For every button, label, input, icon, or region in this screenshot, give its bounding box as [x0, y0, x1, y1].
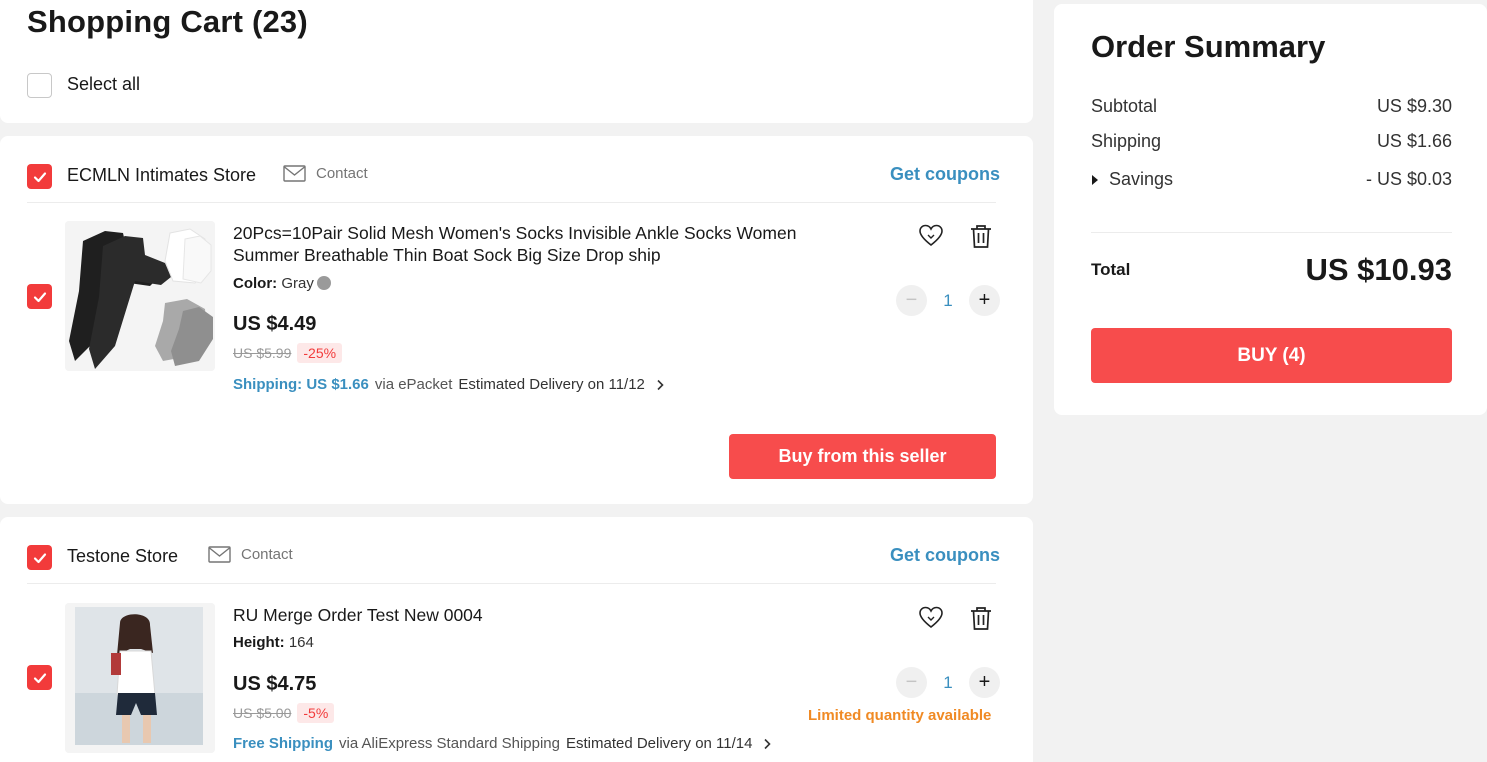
- item-checkbox[interactable]: [27, 665, 52, 690]
- shipping-info[interactable]: Free Shipping via AliExpress Standard Sh…: [233, 735, 772, 752]
- quantity-decrease-button[interactable]: −: [896, 667, 927, 698]
- quantity-value[interactable]: 1: [927, 673, 969, 693]
- check-icon: [33, 291, 46, 302]
- attribute-name: Color:: [233, 275, 278, 292]
- quantity-increase-button[interactable]: +: [969, 667, 1000, 698]
- product-title[interactable]: RU Merge Order Test New 0004: [233, 604, 833, 626]
- discount-badge: -25%: [297, 343, 343, 363]
- product-image[interactable]: [65, 221, 215, 371]
- check-icon: [33, 672, 46, 683]
- socks-image: [65, 221, 215, 371]
- mail-icon: [208, 546, 231, 563]
- contact-label: Contact: [316, 165, 368, 182]
- estimated-delivery: Estimated Delivery on 11/14: [565, 735, 753, 752]
- price-original-row: US $5.00 -5%: [233, 703, 335, 723]
- quantity-increase-button[interactable]: +: [969, 285, 1000, 316]
- subtotal-row: Subtotal US $9.30: [1091, 96, 1452, 117]
- divider: [27, 202, 996, 203]
- price-original-row: US $5.99 -25%: [233, 343, 343, 363]
- quantity-value[interactable]: 1: [927, 291, 969, 311]
- attribute-name: Height:: [233, 634, 285, 651]
- quantity-stepper: − 1 +: [896, 285, 1000, 316]
- original-price: US $5.99: [233, 345, 292, 361]
- check-icon: [33, 552, 46, 563]
- product-title[interactable]: 20Pcs=10Pair Solid Mesh Women's Socks In…: [233, 222, 833, 266]
- select-all-checkbox[interactable]: [27, 73, 52, 98]
- savings-value: - US $0.03: [1365, 169, 1452, 189]
- product-price: US $4.75: [233, 673, 317, 695]
- wishlist-button[interactable]: [918, 223, 944, 249]
- subtotal-value: US $9.30: [1376, 96, 1452, 116]
- wishlist-button[interactable]: [918, 605, 944, 631]
- store-checkbox[interactable]: [27, 545, 52, 570]
- store-name[interactable]: ECMLN Intimates Store: [67, 165, 256, 186]
- limited-quantity-note: Limited quantity available: [808, 707, 992, 724]
- divider: [27, 583, 996, 584]
- subtotal-label: Subtotal: [1091, 96, 1158, 116]
- buy-from-seller-button[interactable]: Buy from this seller: [729, 434, 996, 479]
- store-checkbox[interactable]: [27, 164, 52, 189]
- shipping-label: Shipping: [1091, 131, 1162, 151]
- get-coupons-link[interactable]: Get coupons: [890, 545, 1000, 566]
- store-name[interactable]: Testone Store: [67, 546, 178, 567]
- delete-button[interactable]: [968, 223, 994, 249]
- shipping-info[interactable]: Shipping: US $1.66 via ePacket Estimated…: [233, 376, 665, 393]
- model-photo-image: [65, 603, 215, 753]
- chevron-right-icon: [764, 738, 772, 749]
- contact-link[interactable]: Contact: [208, 546, 293, 563]
- mail-icon: [283, 165, 306, 182]
- contact-label: Contact: [241, 546, 293, 563]
- original-price: US $5.00: [233, 705, 292, 721]
- get-coupons-link[interactable]: Get coupons: [890, 164, 1000, 185]
- shipping-value: US $1.66: [1376, 131, 1452, 151]
- shipping-method: via ePacket: [374, 376, 453, 393]
- delete-button[interactable]: [968, 605, 994, 631]
- attribute-value: 164: [288, 634, 314, 651]
- caret-right-icon[interactable]: [1091, 174, 1099, 186]
- heart-icon: [919, 606, 943, 629]
- chevron-right-icon: [657, 379, 664, 390]
- shipping-cost: Free Shipping: [233, 735, 334, 752]
- product-attribute: Height: 164: [233, 634, 314, 651]
- shipping-method: via AliExpress Standard Shipping: [339, 735, 560, 752]
- check-icon: [33, 171, 46, 182]
- trash-icon: [971, 225, 991, 248]
- estimated-delivery: Estimated Delivery on 11/12: [458, 376, 645, 393]
- shipping-cost: Shipping: US $1.66: [233, 376, 369, 393]
- total-label: Total: [1091, 260, 1131, 279]
- contact-link[interactable]: Contact: [283, 165, 368, 182]
- buy-button[interactable]: BUY (4): [1091, 328, 1452, 383]
- product-image[interactable]: [65, 603, 215, 753]
- attribute-value: Gray: [281, 275, 314, 292]
- quantity-decrease-button[interactable]: −: [896, 285, 927, 316]
- store-card: ECMLN Intimates Store Contact Get coupon…: [0, 136, 1033, 504]
- divider: [1091, 232, 1452, 233]
- heart-icon: [919, 224, 943, 247]
- savings-row[interactable]: Savings - US $0.03: [1091, 169, 1452, 190]
- product-attribute: Color: Gray: [233, 275, 331, 292]
- total-value: US $10.93: [1305, 252, 1453, 287]
- order-summary-title: Order Summary: [1091, 29, 1326, 64]
- product-price: US $4.49: [233, 313, 317, 335]
- page-title: Shopping Cart (23): [27, 4, 308, 39]
- store-card: Testone Store Contact Get coupons RU Mer…: [0, 517, 1033, 762]
- trash-icon: [971, 607, 991, 630]
- item-checkbox[interactable]: [27, 284, 52, 309]
- cart-header-card: Shopping Cart (23) Select all: [0, 0, 1033, 123]
- discount-badge: -5%: [297, 703, 335, 723]
- select-all-label[interactable]: Select all: [67, 74, 140, 95]
- color-swatch: [316, 276, 331, 290]
- quantity-stepper: − 1 +: [896, 667, 1000, 698]
- order-summary-card: Order Summary Subtotal US $9.30 Shipping…: [1054, 4, 1487, 415]
- savings-label: Savings: [1109, 169, 1174, 189]
- shipping-row: Shipping US $1.66: [1091, 131, 1452, 152]
- total-row: Total US $10.93: [1091, 252, 1452, 288]
